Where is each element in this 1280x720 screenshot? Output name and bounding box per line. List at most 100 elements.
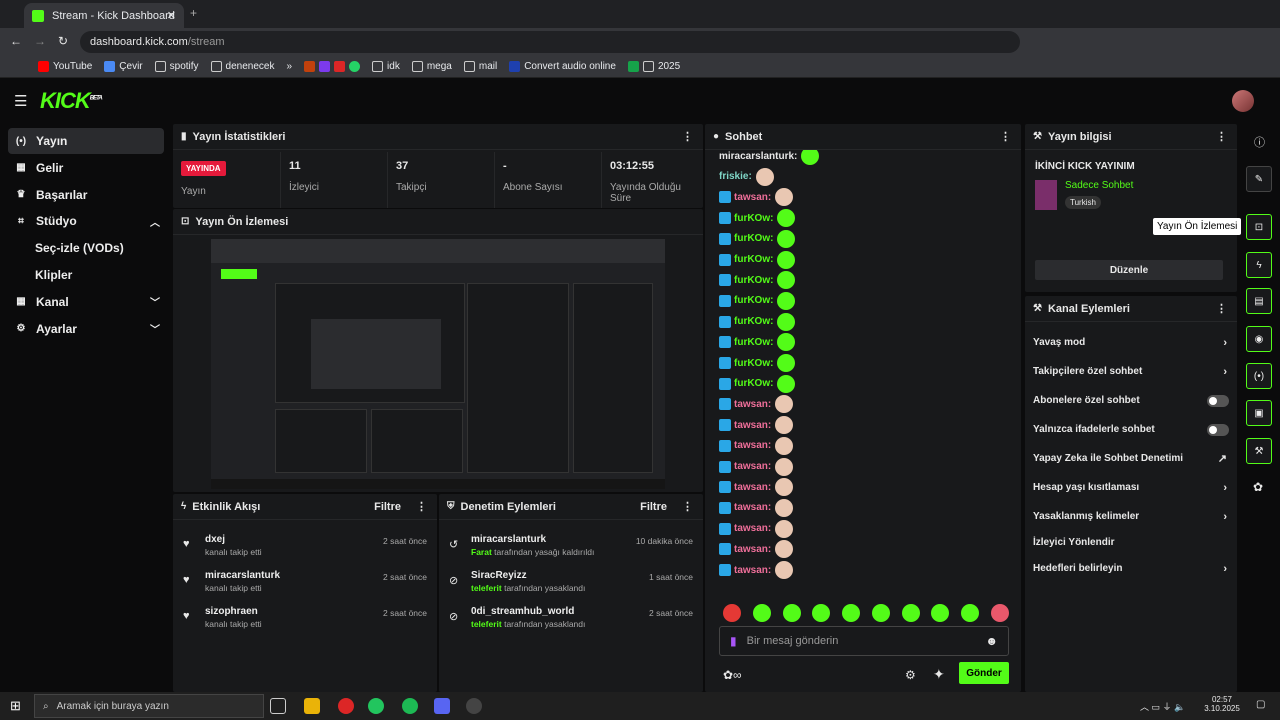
spotify-icon[interactable] (402, 698, 418, 714)
chat-username[interactable]: tawsan: (734, 420, 771, 431)
category-name[interactable]: Sadece Sohbet (1065, 180, 1133, 191)
obs-icon[interactable] (466, 698, 482, 714)
sidebar-item-ayarlar[interactable]: ⚙ Ayarlar ﹀ (8, 316, 164, 342)
close-tab-icon[interactable]: ✕ (167, 9, 176, 22)
emote-icon[interactable] (782, 604, 801, 622)
action-followers-only[interactable]: Takipçilere özel sohbet › (1025, 357, 1237, 386)
chat-username[interactable]: furKOw: (734, 295, 773, 306)
bookmark-denenecek[interactable]: denenecek (210, 61, 274, 72)
new-tab-icon[interactable]: + (190, 6, 197, 20)
wrench-icon[interactable]: ⚒ (1246, 438, 1272, 464)
bookmark-more[interactable]: » (286, 61, 292, 72)
chat-username[interactable]: tawsan: (734, 399, 771, 410)
chat-username[interactable]: furKOw: (734, 254, 773, 265)
layout-icon[interactable]: ▣ (1246, 400, 1272, 426)
sidebar-item-basarilar[interactable]: ♛ Başarılar (8, 182, 164, 208)
system-tray-icons[interactable]: ︿ ▭ ⏚ 🔈 (1140, 700, 1185, 713)
document-icon[interactable]: ▤ (1246, 288, 1272, 314)
bookmark-cevir[interactable]: Çevir (104, 61, 143, 72)
sidebar-item-kanal[interactable]: ▦ Kanal ﹀ (8, 289, 164, 315)
emote-icon[interactable] (812, 604, 831, 622)
bookmark-idk[interactable]: idk (372, 61, 400, 72)
emote-icon[interactable] (842, 604, 861, 622)
discord-icon[interactable] (434, 698, 450, 714)
chat-username[interactable]: furKOw: (734, 213, 773, 224)
sidebar-item-yayin[interactable]: (•) Yayın (8, 128, 164, 154)
browser-tab[interactable]: Stream - Kick Dashboard ✕ (24, 3, 184, 28)
action-banned-words[interactable]: Yasaklanmış kelimeler › (1025, 502, 1237, 531)
info-icon[interactable]: ⓘ (1254, 134, 1265, 150)
chat-bubble-icon[interactable]: ◉ (1246, 326, 1272, 352)
chat-username[interactable]: furKOw: (734, 275, 773, 286)
chat-username[interactable]: furKOw: (734, 337, 773, 348)
bookmark-convert[interactable]: Convert audio online (509, 61, 616, 72)
sidebar-item-gelir[interactable]: ▦ Gelir (8, 155, 164, 181)
emote-icon[interactable] (931, 604, 950, 622)
action-raid[interactable]: İzleyici Yönlendir (1025, 528, 1237, 557)
back-icon[interactable]: ← (10, 34, 22, 48)
bookmark-spotify[interactable]: spotify (154, 61, 199, 72)
windows-start-icon[interactable]: ⊞ (10, 698, 21, 714)
more-options-icon[interactable]: ⋮ (1000, 130, 1011, 143)
action-ai-moderation[interactable]: Yapay Zeka ile Sohbet Denetimi ↗ (1025, 444, 1237, 473)
stream-preview-video[interactable] (211, 239, 665, 489)
clock[interactable]: 02:57 3.10.2025 (1202, 695, 1242, 713)
emote-icon[interactable] (901, 604, 920, 622)
menu-icon[interactable]: ☰ (14, 92, 27, 110)
reload-icon[interactable]: ↻ (58, 34, 68, 48)
more-options-icon[interactable]: ⋮ (416, 500, 427, 513)
community-icon[interactable]: ✿ (1253, 480, 1263, 494)
chat-username[interactable]: friskie: (719, 171, 752, 182)
moderation-filter-button[interactable]: Filtre (640, 501, 667, 513)
more-options-icon[interactable]: ⋮ (1216, 130, 1227, 143)
forward-icon[interactable]: → (34, 34, 46, 48)
action-emotes-only[interactable]: Yalnızca ifadelerle sohbet (1025, 415, 1237, 444)
preview-toggle-icon[interactable]: ⊡ (1246, 214, 1272, 240)
emote-icon[interactable] (961, 604, 980, 622)
task-view-icon[interactable] (270, 698, 286, 714)
send-button[interactable]: Gönder (959, 662, 1009, 684)
emote-icon[interactable] (990, 604, 1009, 622)
chat-username[interactable]: tawsan: (734, 502, 771, 513)
bookmark-youtube[interactable]: YouTube (38, 61, 92, 72)
action-account-age[interactable]: Hesap yaşı kısıtlaması › (1025, 473, 1237, 502)
action-goals[interactable]: Hedefleri belirleyin › (1025, 554, 1237, 583)
more-options-icon[interactable]: ⋮ (1216, 302, 1227, 315)
chat-username[interactable]: furKOw: (734, 358, 773, 369)
file-explorer-icon[interactable] (304, 698, 320, 714)
chat-username[interactable]: furKOw: (734, 233, 773, 244)
chrome-icon[interactable] (368, 698, 384, 714)
emote-icon[interactable] (723, 604, 741, 622)
chat-username[interactable]: furKOw: (734, 378, 773, 389)
action-slow-mode[interactable]: Yavaş mod › (1025, 328, 1237, 357)
sidebar-item-studyo[interactable]: ⌗ Stüdyo ︿ (8, 208, 164, 234)
opera-icon[interactable] (338, 698, 354, 714)
chat-username[interactable]: furKOw: (734, 316, 773, 327)
activity-filter-button[interactable]: Filtre (374, 501, 401, 513)
emote-icon[interactable] (871, 604, 890, 622)
edit-button[interactable]: Düzenle (1035, 260, 1223, 280)
chat-input[interactable]: ▮ Bir mesaj gönderin ☻ (719, 626, 1009, 656)
bookmark-2025[interactable]: 2025 (627, 61, 680, 72)
emote-picker-icon[interactable]: ✦ (933, 666, 945, 683)
chat-username[interactable]: tawsan: (734, 440, 771, 451)
broadcast-icon[interactable]: (•) (1246, 363, 1272, 389)
chat-username[interactable]: tawsan: (734, 192, 771, 203)
more-options-icon[interactable]: ⋮ (682, 500, 693, 513)
toggle-switch[interactable] (1207, 394, 1229, 407)
bolt-icon[interactable]: ϟ (1246, 252, 1272, 278)
bookmark-mega[interactable]: mega (411, 61, 452, 72)
action-subscribers-only[interactable]: Abonelere özel sohbet (1025, 386, 1237, 415)
settings-icon[interactable]: ⚙ (905, 668, 916, 682)
kick-points-icon[interactable]: ✿∞ (723, 668, 742, 682)
sidebar-item-vods[interactable]: Seç-izle (VODs) (8, 235, 164, 261)
chat-username[interactable]: tawsan: (734, 523, 771, 534)
url-bar[interactable]: dashboard.kick.com/stream (80, 31, 1020, 53)
bookmark-icons[interactable] (304, 61, 361, 72)
emote-icon[interactable] (752, 604, 771, 622)
emoji-icon[interactable]: ☻ (985, 634, 998, 648)
more-options-icon[interactable]: ⋮ (682, 130, 693, 143)
avatar[interactable] (1232, 90, 1254, 112)
kick-logo[interactable]: KICKBETA (40, 88, 103, 114)
bookmark-mail[interactable]: mail (463, 61, 497, 72)
